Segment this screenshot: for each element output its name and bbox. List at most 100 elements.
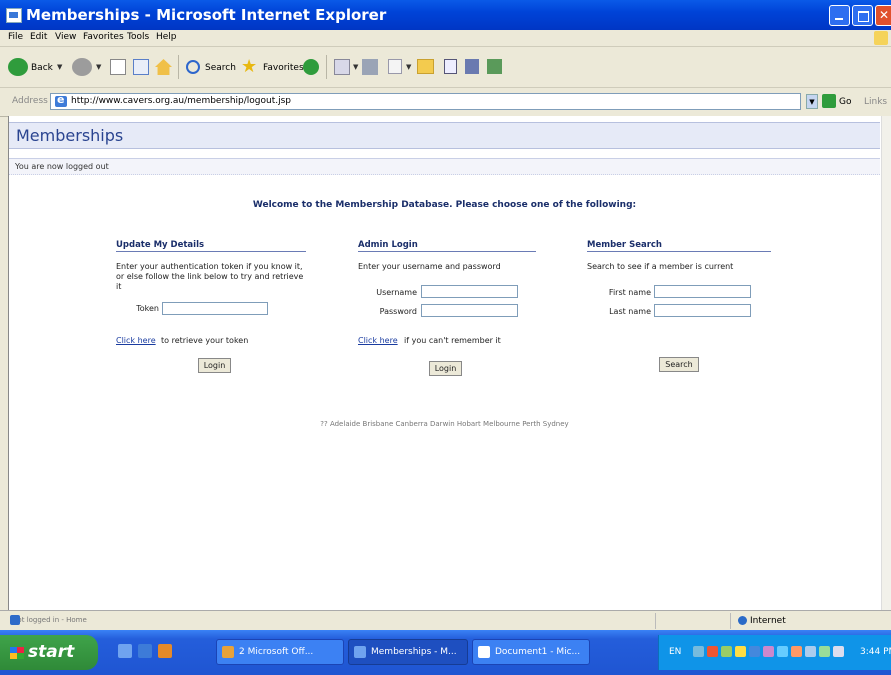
start-button[interactable]: start [0, 635, 98, 670]
tray-shield-icon[interactable] [707, 646, 718, 657]
search-description: Search to see if a member is current [587, 262, 734, 271]
menu-help[interactable]: Help [156, 32, 177, 42]
tray-volume-icon[interactable] [735, 646, 746, 657]
tray-app-icon[interactable] [819, 646, 830, 657]
page-icon [55, 93, 67, 107]
title-bar[interactable]: Memberships - Microsoft Internet Explore… [0, 0, 891, 30]
status-divider [655, 613, 656, 629]
status-divider [730, 613, 731, 629]
edit-dropdown-icon[interactable]: ▼ [406, 63, 411, 71]
address-input[interactable]: http://www.cavers.org.au/membership/logo… [50, 93, 801, 110]
token-input[interactable] [162, 302, 268, 315]
forgot-password-link[interactable]: Click here [358, 336, 398, 345]
print-icon[interactable] [362, 59, 378, 75]
system-tray: EN 3:44 PM [658, 635, 891, 670]
start-label: start [28, 642, 75, 662]
logout-notice: You are now logged out [9, 158, 880, 175]
mail-dropdown-icon[interactable]: ▼ [353, 63, 358, 71]
tray-app-icon[interactable] [763, 646, 774, 657]
address-dropdown-icon[interactable]: ▼ [806, 94, 818, 109]
tray-update-icon[interactable] [721, 646, 732, 657]
page-status-icon [10, 615, 20, 625]
menu-view[interactable]: View [55, 32, 76, 42]
back-dropdown-icon[interactable]: ▼ [57, 63, 62, 71]
task-memberships[interactable]: Memberships - M... [348, 639, 468, 665]
vertical-scrollbar[interactable] [881, 116, 891, 610]
logout-message: You are now logged out [15, 162, 109, 171]
search-label[interactable]: Search [205, 63, 236, 73]
toolbar: Back ▼ ▼ Search ★ Favorites ▼ ▼ [0, 47, 891, 88]
maximize-button[interactable] [852, 5, 873, 26]
password-input[interactable] [421, 304, 518, 317]
address-url[interactable]: http://www.cavers.org.au/membership/logo… [71, 96, 291, 106]
go-button[interactable]: Go [839, 97, 851, 107]
document-icon[interactable] [444, 59, 457, 74]
search-heading: Member Search [587, 240, 771, 252]
language-indicator[interactable]: EN [669, 647, 681, 657]
tray-app-icon[interactable] [777, 646, 788, 657]
retrieve-token-link[interactable]: Click here [116, 336, 156, 345]
show-desktop-icon[interactable] [118, 644, 132, 658]
search-icon[interactable] [186, 60, 200, 74]
task-label: 2 Microsoft Off... [239, 647, 314, 657]
menu-tools[interactable]: Tools [127, 32, 149, 42]
links-button[interactable]: Links [864, 97, 887, 107]
back-label[interactable]: Back [31, 63, 53, 73]
home-icon[interactable] [155, 59, 172, 75]
folder-icon[interactable] [417, 59, 434, 74]
status-bar: Internet [0, 610, 891, 630]
task-document[interactable]: Document1 - Mic... [472, 639, 590, 665]
username-label: Username [376, 288, 417, 297]
first-name-input[interactable] [654, 285, 751, 298]
ie-quicklaunch-icon[interactable] [138, 644, 152, 658]
research-icon[interactable] [465, 59, 479, 74]
favorites-label[interactable]: Favorites [263, 63, 304, 73]
last-name-label: Last name [609, 307, 651, 316]
minimize-button[interactable] [829, 5, 850, 26]
update-login-button[interactable]: Login [198, 358, 231, 373]
welcome-text: Welcome to the Membership Database. Plea… [252, 200, 637, 210]
back-arrow-icon[interactable] [8, 58, 28, 76]
admin-login-button[interactable]: Login [429, 361, 462, 376]
close-button[interactable] [875, 5, 891, 26]
city-links[interactable]: ?? Adelaide Brisbane Canberra Darwin Hob… [9, 420, 880, 428]
menu-edit[interactable]: Edit [30, 32, 47, 42]
refresh-icon[interactable] [133, 59, 149, 75]
window-title: Memberships - Microsoft Internet Explore… [26, 6, 387, 24]
tray-app-icon[interactable] [833, 646, 844, 657]
tray-app-icon[interactable] [805, 646, 816, 657]
history-icon[interactable] [303, 59, 319, 75]
security-zone: Internet [750, 616, 786, 626]
ie-task-icon [354, 646, 366, 658]
go-arrow-icon[interactable] [822, 94, 836, 108]
stop-icon[interactable] [110, 59, 126, 75]
media-quicklaunch-icon[interactable] [158, 644, 172, 658]
windows-logo-icon [874, 31, 888, 45]
tray-network-icon[interactable] [693, 646, 704, 657]
task-label: Memberships - M... [371, 647, 457, 657]
menu-file[interactable]: File [8, 32, 23, 42]
toolbar-separator [178, 55, 179, 79]
clock[interactable]: 3:44 PM [860, 647, 891, 657]
office-icon [222, 646, 234, 658]
menu-favorites[interactable]: Favorites [83, 32, 124, 42]
messenger-icon[interactable] [487, 59, 502, 74]
last-name-input[interactable] [654, 304, 751, 317]
username-input[interactable] [421, 285, 518, 298]
toolbar-separator [326, 55, 327, 79]
token-label: Token [136, 304, 159, 313]
address-label: Address [12, 96, 48, 106]
tray-app-icon[interactable] [791, 646, 802, 657]
favorites-star-icon[interactable]: ★ [241, 58, 257, 76]
mail-icon[interactable] [334, 59, 350, 75]
forward-arrow-icon[interactable] [72, 58, 92, 76]
taskbar: start 2 Microsoft Off... Memberships - M… [0, 630, 891, 675]
edit-icon[interactable] [388, 59, 402, 74]
task-office[interactable]: 2 Microsoft Off... [216, 639, 344, 665]
forward-dropdown-icon[interactable]: ▼ [96, 63, 101, 71]
admin-description: Enter your username and password [358, 262, 501, 271]
password-label: Password [379, 307, 417, 316]
tray-messenger-icon[interactable] [749, 646, 760, 657]
windows-flag-icon [10, 647, 24, 659]
member-search-button[interactable]: Search [659, 357, 699, 372]
